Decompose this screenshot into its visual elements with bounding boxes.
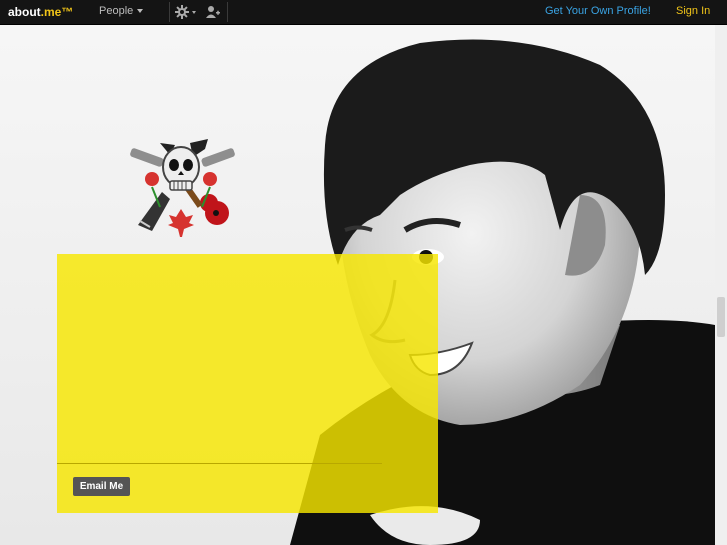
sign-in-link[interactable]: Sign In	[676, 5, 710, 17]
people-label: People	[99, 5, 134, 17]
divider	[227, 2, 228, 22]
add-person-icon	[206, 6, 220, 18]
scrollbar-thumb[interactable]	[717, 297, 725, 337]
about-me-logo[interactable]: about.me™	[8, 5, 73, 19]
logo-dot-me: .me	[40, 5, 62, 19]
logo-trademark: ™	[61, 5, 74, 19]
gear-icon	[175, 5, 196, 19]
get-your-own-profile-link[interactable]: Get Your Own Profile!	[545, 5, 651, 17]
skull-guitars-emblem-icon	[130, 139, 235, 237]
profile-card: Email Me	[57, 254, 438, 513]
add-contact-button[interactable]	[205, 4, 221, 25]
divider-line	[57, 463, 382, 464]
chevron-down-icon	[137, 9, 144, 14]
top-navigation-bar: about.me™ People Get Your Own Profile! S…	[0, 0, 727, 25]
email-me-button[interactable]: Email Me	[73, 477, 130, 496]
settings-menu[interactable]	[174, 4, 198, 25]
divider	[169, 2, 170, 22]
vertical-scrollbar[interactable]	[715, 25, 727, 545]
logo-word: about	[8, 5, 41, 19]
profile-emblem	[130, 137, 235, 245]
people-menu[interactable]: People	[99, 5, 144, 17]
